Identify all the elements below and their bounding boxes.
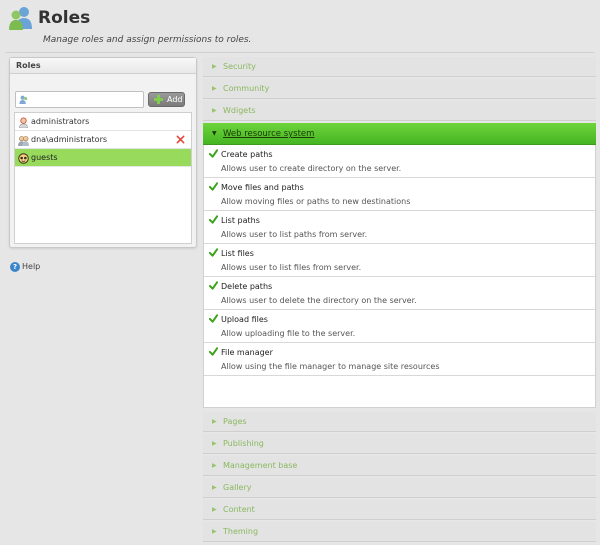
chevron-down-icon: ▼ bbox=[212, 130, 217, 137]
permission-name: List paths bbox=[221, 216, 260, 225]
section-theming[interactable]: ▶ Theming bbox=[203, 522, 596, 542]
permission-item[interactable]: List paths Allows user to list paths fro… bbox=[204, 211, 595, 244]
permission-name: Move files and paths bbox=[221, 183, 304, 192]
add-role-label: Add bbox=[167, 95, 183, 104]
permission-name: Create paths bbox=[221, 150, 273, 159]
help-icon: ? bbox=[10, 262, 20, 272]
header-divider bbox=[5, 52, 595, 53]
role-list: administrators dna\administrators guests bbox=[14, 112, 192, 244]
page-subtitle: Manage roles and assign permissions to r… bbox=[43, 35, 252, 45]
chevron-right-icon: ▶ bbox=[212, 462, 217, 469]
section-pages[interactable]: ▶ Pages bbox=[203, 412, 596, 432]
section-title: Management base bbox=[223, 461, 298, 470]
permission-name: Upload files bbox=[221, 315, 268, 324]
chevron-right-icon: ▶ bbox=[212, 484, 217, 491]
chevron-right-icon: ▶ bbox=[212, 63, 217, 70]
checkmark-icon[interactable] bbox=[209, 149, 218, 158]
checkmark-icon[interactable] bbox=[209, 182, 218, 191]
permission-item[interactable]: Create paths Allows user to create direc… bbox=[204, 145, 595, 178]
permission-description: Allow moving files or paths to new desti… bbox=[221, 197, 411, 206]
role-label: guests bbox=[31, 153, 58, 162]
page-title: Roles bbox=[38, 8, 91, 28]
guest-icon bbox=[18, 153, 29, 164]
section-title: Publishing bbox=[223, 439, 264, 448]
help-label: Help bbox=[22, 262, 41, 271]
role-item-guests[interactable]: guests bbox=[15, 149, 191, 167]
permission-name: List files bbox=[221, 249, 254, 258]
permission-description: Allows user to delete the directory on t… bbox=[221, 296, 417, 305]
permission-sections: ▶ Security ▶ Community ▶ Wdigets ▼ Web r… bbox=[203, 57, 596, 544]
chevron-right-icon: ▶ bbox=[212, 107, 217, 114]
user-search-icon bbox=[19, 95, 28, 104]
permission-item[interactable]: List files Allows user to list files fro… bbox=[204, 244, 595, 277]
roles-heading: Roles bbox=[10, 58, 196, 74]
section-gallery[interactable]: ▶ Gallery bbox=[203, 478, 596, 498]
roles-panel: Roles Add administrators dna\administrat… bbox=[9, 57, 197, 248]
permission-item[interactable]: Delete paths Allows user to delete the d… bbox=[204, 277, 595, 310]
permission-name: Delete paths bbox=[221, 282, 273, 291]
section-title: Wdigets bbox=[223, 106, 256, 115]
section-title: Web resource system bbox=[223, 129, 315, 139]
section-security[interactable]: ▶ Security bbox=[203, 57, 596, 77]
section-web-resource-system[interactable]: ▼ Web resource system bbox=[203, 123, 596, 145]
role-search-input[interactable] bbox=[16, 92, 143, 107]
permission-item[interactable]: File manager Allow using the file manage… bbox=[204, 343, 595, 376]
section-community[interactable]: ▶ Community bbox=[203, 79, 596, 99]
chevron-right-icon: ▶ bbox=[212, 85, 217, 92]
user-group-icon bbox=[18, 136, 29, 146]
role-search bbox=[15, 91, 144, 108]
checkmark-icon[interactable] bbox=[209, 248, 218, 257]
user-icon bbox=[19, 117, 28, 128]
checkmark-icon[interactable] bbox=[209, 347, 218, 356]
section-publishing[interactable]: ▶ Publishing bbox=[203, 434, 596, 454]
permission-description: Allows user to list paths from server. bbox=[221, 230, 368, 239]
chevron-right-icon: ▶ bbox=[212, 506, 217, 513]
chevron-right-icon: ▶ bbox=[212, 528, 217, 535]
section-title: Community bbox=[223, 84, 270, 93]
section-title: Security bbox=[223, 62, 256, 71]
permission-description: Allow uploading file to the server. bbox=[221, 329, 356, 338]
section-content[interactable]: ▶ Content bbox=[203, 500, 596, 520]
checkmark-icon[interactable] bbox=[209, 281, 218, 290]
section-title: Gallery bbox=[223, 483, 252, 492]
users-icon bbox=[9, 7, 32, 30]
role-item-dna-administrators[interactable]: dna\administrators bbox=[15, 131, 191, 149]
permission-item[interactable]: Move files and paths Allow moving files … bbox=[204, 178, 595, 211]
permission-description: Allows user to list files from server. bbox=[221, 263, 362, 272]
section-title: Pages bbox=[223, 417, 247, 426]
permission-description: Allow using the file manager to manage s… bbox=[221, 362, 440, 371]
role-label: dna\administrators bbox=[31, 135, 108, 144]
checkmark-icon[interactable] bbox=[209, 314, 218, 323]
plus-icon bbox=[154, 95, 163, 104]
role-label: administrators bbox=[31, 117, 90, 126]
section-title: Theming bbox=[223, 527, 259, 536]
checkmark-icon[interactable] bbox=[209, 215, 218, 224]
section-management-base[interactable]: ▶ Management base bbox=[203, 456, 596, 476]
permission-item[interactable]: Upload files Allow uploading file to the… bbox=[204, 310, 595, 343]
section-title: Content bbox=[223, 505, 255, 514]
chevron-right-icon: ▶ bbox=[212, 440, 217, 447]
add-role-button[interactable]: Add bbox=[148, 92, 185, 107]
role-item-administrators[interactable]: administrators bbox=[15, 113, 191, 131]
chevron-right-icon: ▶ bbox=[212, 418, 217, 425]
permission-list: Create paths Allows user to create direc… bbox=[203, 145, 596, 408]
delete-icon[interactable] bbox=[176, 135, 185, 144]
section-wdigets[interactable]: ▶ Wdigets bbox=[203, 101, 596, 121]
help-link[interactable]: ? Help bbox=[10, 261, 40, 273]
permission-name: File manager bbox=[221, 348, 273, 357]
permission-description: Allows user to create directory on the s… bbox=[221, 164, 402, 173]
